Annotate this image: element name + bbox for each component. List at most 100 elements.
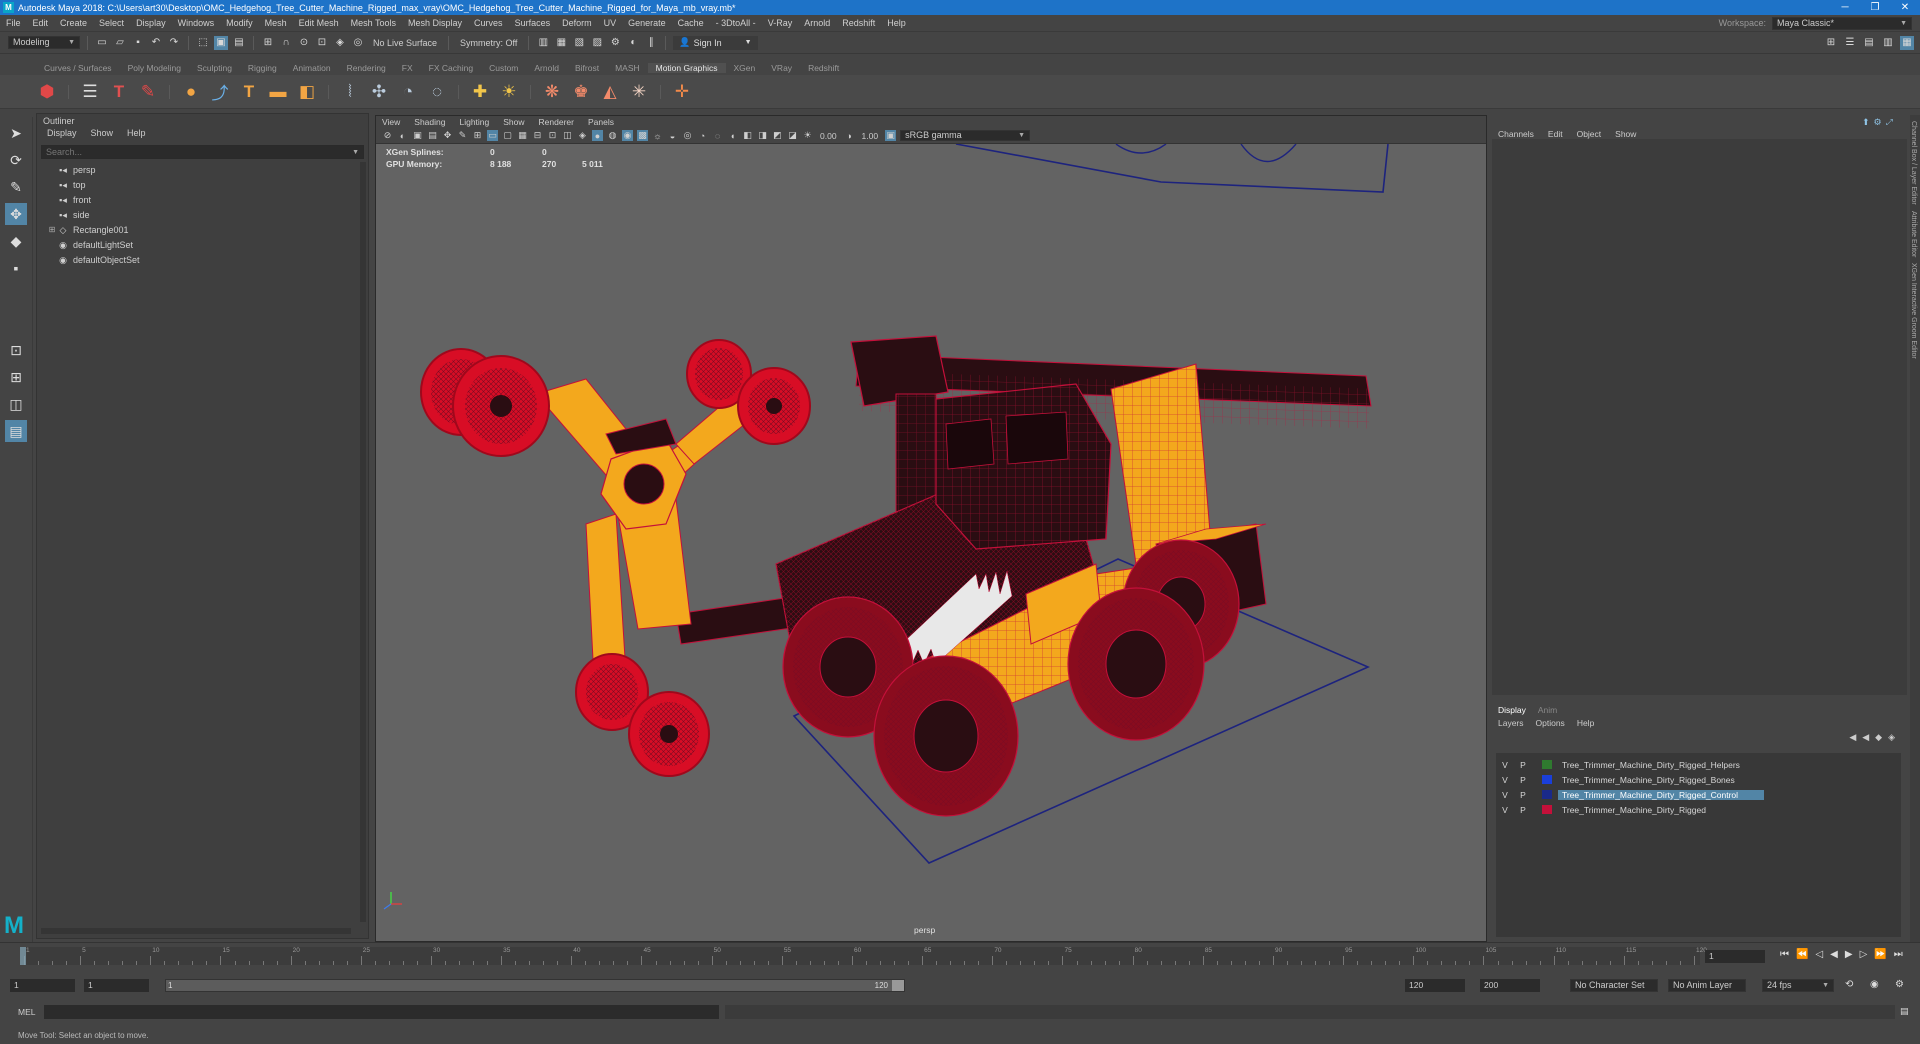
step-back-frame-icon[interactable]: ◁ [1815, 949, 1823, 960]
add-icon[interactable]: ✛ [671, 81, 693, 103]
step-back-key-icon[interactable]: ⏪ [1796, 949, 1808, 960]
range-handle-start[interactable]: 1 [168, 981, 172, 990]
select-hierarchy-icon[interactable]: ⬚ [196, 36, 210, 50]
render-sequence-icon[interactable]: ▧ [572, 36, 586, 50]
auto-key-icon[interactable]: ◉ [1870, 979, 1879, 990]
menu-redshift[interactable]: Redshift [836, 18, 881, 28]
gamma-icon[interactable]: ◑ [844, 130, 855, 141]
mode-dropdown[interactable]: Modeling ▼ [8, 36, 80, 49]
rotate-tool-icon[interactable]: ◆ [5, 230, 27, 252]
wave-icon[interactable]: ◔ [397, 81, 419, 103]
color-management-icon[interactable]: ▣ [885, 130, 897, 141]
viewport-menu-lighting[interactable]: Lighting [459, 117, 489, 127]
two-view-icon[interactable]: ◫ [5, 393, 27, 415]
save-scene-icon[interactable]: ▪ [131, 36, 145, 50]
move-layer-down-icon[interactable]: ◀ [1862, 732, 1869, 743]
shelf-tab[interactable]: Custom [481, 63, 526, 73]
layer-playback-toggle[interactable]: P [1514, 775, 1532, 785]
layer-color-swatch[interactable] [1542, 775, 1552, 784]
paint-select-icon[interactable]: ✎ [5, 176, 27, 198]
side-tab-channel-box[interactable]: Channel Box / Layer Editor [1910, 121, 1917, 205]
outliner-item[interactable]: ▪◂ side [37, 207, 368, 222]
viewport-menu-shading[interactable]: Shading [414, 117, 445, 127]
particles-icon[interactable]: ❋ [541, 81, 563, 103]
multisample-aa-icon[interactable]: ◌ [712, 130, 723, 141]
shelf-tab[interactable]: Animation [285, 63, 339, 73]
sine-icon[interactable]: ◌ [426, 81, 448, 103]
hypershade-icon[interactable]: ◐ [626, 36, 640, 50]
modeling-toolkit-icon[interactable]: ⊞ [1824, 36, 1838, 50]
outliner-item[interactable]: ▪◂ top [37, 177, 368, 192]
svg-icon[interactable]: ▬ [267, 81, 289, 103]
shelf-tab[interactable]: MASH [607, 63, 648, 73]
menu-generate[interactable]: Generate [622, 18, 672, 28]
directional-light-icon[interactable]: ✚ [469, 81, 491, 103]
menu-3dtoall[interactable]: - 3DtoAll - [710, 18, 762, 28]
menu-mesh-display[interactable]: Mesh Display [402, 18, 468, 28]
select-object-icon[interactable]: ▣ [214, 35, 228, 50]
open-scene-icon[interactable]: ▱ [113, 36, 127, 50]
mash-icon[interactable]: ✎ [137, 81, 159, 103]
anim-layer-dropdown[interactable]: No Anim Layer [1668, 979, 1746, 992]
menu-surfaces[interactable]: Surfaces [509, 18, 557, 28]
expand-plus-icon[interactable]: ⊞ [47, 225, 57, 234]
menu-edit[interactable]: Edit [27, 18, 55, 28]
command-language-label[interactable]: MEL [18, 1007, 35, 1017]
scale-tool-icon[interactable]: ▪ [5, 257, 27, 279]
shelf-tab[interactable]: Poly Modeling [120, 63, 189, 73]
character-set-dropdown[interactable]: No Character Set [1570, 979, 1658, 992]
layer-visibility-toggle[interactable]: V [1496, 805, 1514, 815]
select-tool-icon[interactable]: ➤ [5, 122, 27, 144]
symmetry-label[interactable]: Symmetry: Off [456, 38, 521, 48]
render-frame-icon[interactable]: ▦ [554, 36, 568, 50]
smooth-shade-icon[interactable]: ● [592, 130, 603, 141]
channel-box-menu-object[interactable]: Object [1577, 129, 1602, 139]
channel-box-menu-channels[interactable]: Channels [1498, 129, 1534, 139]
resolution-gate-icon[interactable]: ▢ [502, 130, 513, 141]
snap-view-icon[interactable]: ⊡ [315, 36, 329, 50]
wireframe-on-shaded-icon[interactable]: ◉ [622, 130, 633, 141]
cloth-icon[interactable]: ♚ [570, 81, 592, 103]
anim-prefs-icon[interactable]: ⚙ [1895, 979, 1904, 990]
menu-modify[interactable]: Modify [220, 18, 259, 28]
tab-anim[interactable]: Anim [1538, 705, 1557, 715]
wireframe-icon[interactable]: ◈ [577, 130, 588, 141]
channel-box-body[interactable] [1492, 139, 1907, 695]
exposure-value[interactable]: 0.00 [817, 131, 840, 141]
isolate-select-icon[interactable]: ◧ [742, 130, 753, 141]
scene-canvas[interactable] [376, 144, 1486, 941]
snap-grid-icon[interactable]: ⊞ [261, 36, 275, 50]
screen-space-ao-icon[interactable]: ◎ [682, 130, 693, 141]
outliner-horizontal-scrollbar[interactable] [41, 928, 351, 934]
layer-playback-toggle[interactable]: P [1514, 760, 1532, 770]
play-forwards-icon[interactable]: ▶ [1845, 949, 1853, 960]
shelf-tab-active[interactable]: Motion Graphics [647, 63, 726, 73]
tab-display[interactable]: Display [1498, 705, 1526, 715]
layer-visibility-toggle[interactable]: V [1496, 775, 1514, 785]
shelf-tab[interactable]: Redshift [800, 63, 847, 73]
menu-windows[interactable]: Windows [172, 18, 221, 28]
menu-help[interactable]: Help [881, 18, 912, 28]
menu-mesh-tools[interactable]: Mesh Tools [345, 18, 402, 28]
layer-row-selected[interactable]: V P Tree_Trimmer_Machine_Dirty_Rigged_Co… [1496, 787, 1901, 802]
layer-visibility-toggle[interactable]: V [1496, 790, 1514, 800]
go-to-start-icon[interactable]: ⏮ [1780, 949, 1789, 960]
menu-curves[interactable]: Curves [468, 18, 509, 28]
motion-blur-icon[interactable]: ◔ [697, 130, 708, 141]
viewport-menu-view[interactable]: View [382, 117, 400, 127]
shelf-tab[interactable]: Arnold [526, 63, 567, 73]
color-space-dropdown[interactable]: sRGB gamma ▼ [900, 130, 1031, 141]
layer-menu-options[interactable]: Options [1536, 718, 1565, 728]
pause-icon[interactable]: ∥ [644, 36, 658, 50]
grease-pencil-icon[interactable]: ✎ [457, 130, 468, 141]
channel-box-menu-edit[interactable]: Edit [1548, 129, 1563, 139]
outliner-persp-layout-icon[interactable]: ▤ [5, 420, 27, 442]
menu-create[interactable]: Create [54, 18, 93, 28]
fluid-icon[interactable]: ◭ [599, 81, 621, 103]
restore-icon[interactable]: ❐ [1860, 2, 1890, 13]
layer-visibility-toggle[interactable]: V [1496, 760, 1514, 770]
layer-row[interactable]: V P Tree_Trimmer_Machine_Dirty_Rigged_Bo… [1496, 772, 1901, 787]
playback-end-field[interactable]: 120 [1405, 979, 1465, 992]
exposure-icon[interactable]: ☀ [802, 130, 813, 141]
layer-row[interactable]: V P Tree_Trimmer_Machine_Dirty_Rigged_He… [1496, 757, 1901, 772]
